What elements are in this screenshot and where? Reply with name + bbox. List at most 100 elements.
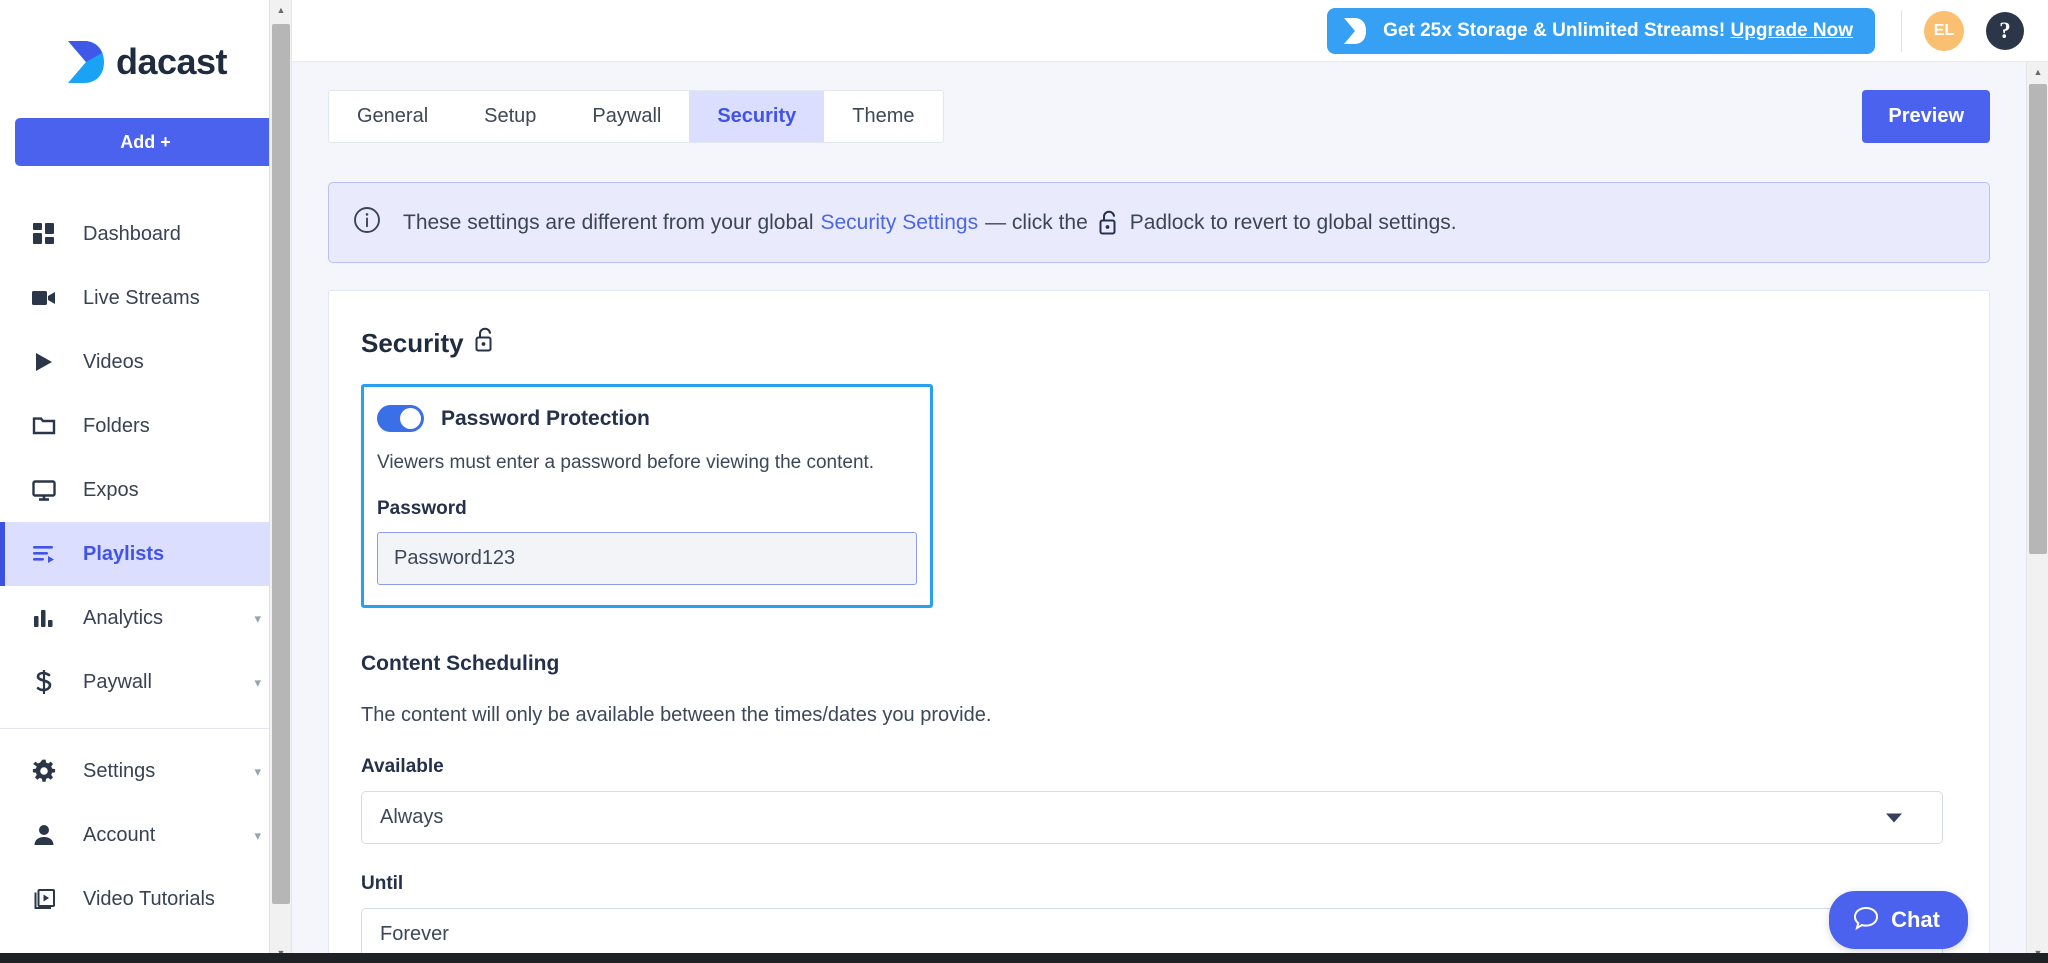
sidebar-item-label: Video Tutorials [83,887,215,910]
promo-message: Get 25x Storage & Unlimited Streams! [1383,19,1726,41]
content-scrollbar-thumb[interactable] [2029,84,2047,554]
sidebar-item-playlists[interactable]: Playlists [0,522,291,586]
folder-icon [31,413,57,439]
sidebar-item-label: Expos [83,478,139,501]
dollar-sign-icon [31,669,57,695]
sidebar-item-expos[interactable]: Expos [0,458,291,522]
upgrade-now-link[interactable]: Upgrade Now [1731,20,1853,41]
sidebar-item-paywall[interactable]: Paywall ▾ [0,650,291,714]
dacast-chevron-logo-white-icon [1344,17,1367,44]
main-area: Get 25x Storage & Unlimited Streams! Upg… [292,0,2048,963]
until-selected-value: Forever [380,923,449,945]
sidebar-scrollbar[interactable]: ▲ ▼ [269,0,291,963]
unlocked-padlock-icon[interactable] [1098,210,1120,236]
chevron-down-icon: ▾ [254,610,261,626]
content-scrollbar[interactable]: ▲ ▼ [2026,62,2048,963]
content-scheduling-description: The content will only be available betwe… [361,704,992,726]
password-protection-description: Viewers must enter a password before vie… [377,452,875,473]
scroll-up-arrow-icon[interactable]: ▲ [270,0,291,20]
chat-widget-label: Chat [1891,907,1940,932]
tab-general[interactable]: General [329,91,456,142]
sidebar-item-videos[interactable]: Videos [0,330,291,394]
video-tutorials-icon [31,886,57,912]
promo-text: Get 25x Storage & Unlimited Streams! Upg… [1383,20,1853,42]
app-window: dacast Add + Dashboard Live Streams Vide… [0,0,2048,963]
brand-name: dacast [115,41,228,82]
settings-tabs: General Setup Paywall Security Theme [328,90,944,143]
password-protection-panel: Password Protection Viewers must enter a… [361,384,933,608]
toggle-switch-on-icon [400,408,421,429]
chevron-down-icon: ▾ [254,674,261,690]
sidebar-item-label: Account [83,823,156,846]
sidebar-item-account[interactable]: Account ▾ [0,803,291,867]
until-label: Until [361,873,404,894]
sidebar-item-analytics[interactable]: Analytics ▾ [0,586,291,650]
dacast-chevron-logo-icon [67,41,104,83]
sidebar: dacast Add + Dashboard Live Streams Vide… [0,0,292,963]
question-mark-icon[interactable]: ? [1986,11,2024,50]
password-input[interactable] [377,532,917,585]
top-bar: Get 25x Storage & Unlimited Streams! Upg… [292,0,2048,62]
info-text-middle: — click the [985,210,1088,234]
tab-security[interactable]: Security [689,91,825,142]
sidebar-item-label: Settings [83,759,156,782]
sidebar-item-label: Dashboard [83,222,181,245]
tab-setup[interactable]: Setup [456,91,564,142]
person-icon [31,822,57,848]
sidebar-divider [0,728,291,729]
dashboard-grid-icon [31,221,57,247]
info-text-before: These settings are different from your g… [403,210,814,234]
video-camera-icon [31,285,57,311]
password-protection-label: Password Protection [441,406,650,430]
scroll-up-arrow-icon[interactable]: ▲ [2027,62,2048,82]
page-title: Security [361,328,464,358]
avatar[interactable]: EL [1924,10,1964,51]
available-selected-value: Always [380,806,444,828]
monitor-icon [31,477,57,503]
brand-logo[interactable]: dacast [0,0,291,118]
tab-paywall[interactable]: Paywall [564,91,689,142]
available-select[interactable]: Always [361,791,1943,844]
password-protection-toggle[interactable] [377,405,424,432]
chat-bubble-icon [1853,905,1879,936]
chevron-down-icon: ▾ [254,763,261,779]
security-settings-link[interactable]: Security Settings [821,211,979,235]
sidebar-item-label: Analytics [83,606,164,629]
password-field-label: Password [377,498,467,519]
content-scroll-region: General Setup Paywall Security Theme Pre… [292,62,2026,963]
gear-icon [31,758,57,784]
sidebar-item-settings[interactable]: Settings ▾ [0,739,291,803]
content-scheduling-title: Content Scheduling [361,652,560,675]
sidebar-item-video-tutorials[interactable]: Video Tutorials [0,867,291,931]
sidebar-item-label: Playlists [83,542,165,565]
password-protection-toggle-row: Password Protection [377,405,917,432]
sidebar-item-folders[interactable]: Folders [0,394,291,458]
info-banner-text: These settings are different from your g… [403,210,1457,236]
security-card: Security Password Protection Viewers mus… [328,290,1990,963]
chat-widget-button[interactable]: Chat [1829,891,1968,949]
upgrade-promo-banner[interactable]: Get 25x Storage & Unlimited Streams! Upg… [1327,7,1875,54]
security-card-title: Security [361,327,1957,360]
playlist-icon [31,541,57,567]
unlocked-padlock-icon[interactable] [474,327,496,360]
sidebar-item-label: Live Streams [83,286,200,309]
info-text-after: Padlock to revert to global settings. [1129,210,1457,234]
play-triangle-icon [31,349,57,375]
info-circle-icon [353,206,381,239]
chevron-down-icon: ▾ [254,827,261,843]
topbar-divider [1901,9,1902,52]
available-label: Available [361,756,444,777]
sidebar-item-live-streams[interactable]: Live Streams [0,266,291,330]
info-banner: These settings are different from your g… [328,182,1990,263]
bar-chart-icon [31,605,57,631]
tab-theme[interactable]: Theme [824,91,942,142]
sidebar-item-label: Videos [83,350,144,373]
add-button[interactable]: Add + [14,118,277,166]
chevron-down-icon [1886,813,1902,822]
sidebar-item-dashboard[interactable]: Dashboard [0,202,291,266]
sidebar-item-label: Folders [83,414,150,437]
preview-button[interactable]: Preview [1862,90,1990,143]
sidebar-scrollbar-thumb[interactable] [272,24,290,904]
sidebar-nav: Dashboard Live Streams Videos Folders Ex… [0,202,291,931]
sidebar-item-label: Paywall [83,670,152,693]
